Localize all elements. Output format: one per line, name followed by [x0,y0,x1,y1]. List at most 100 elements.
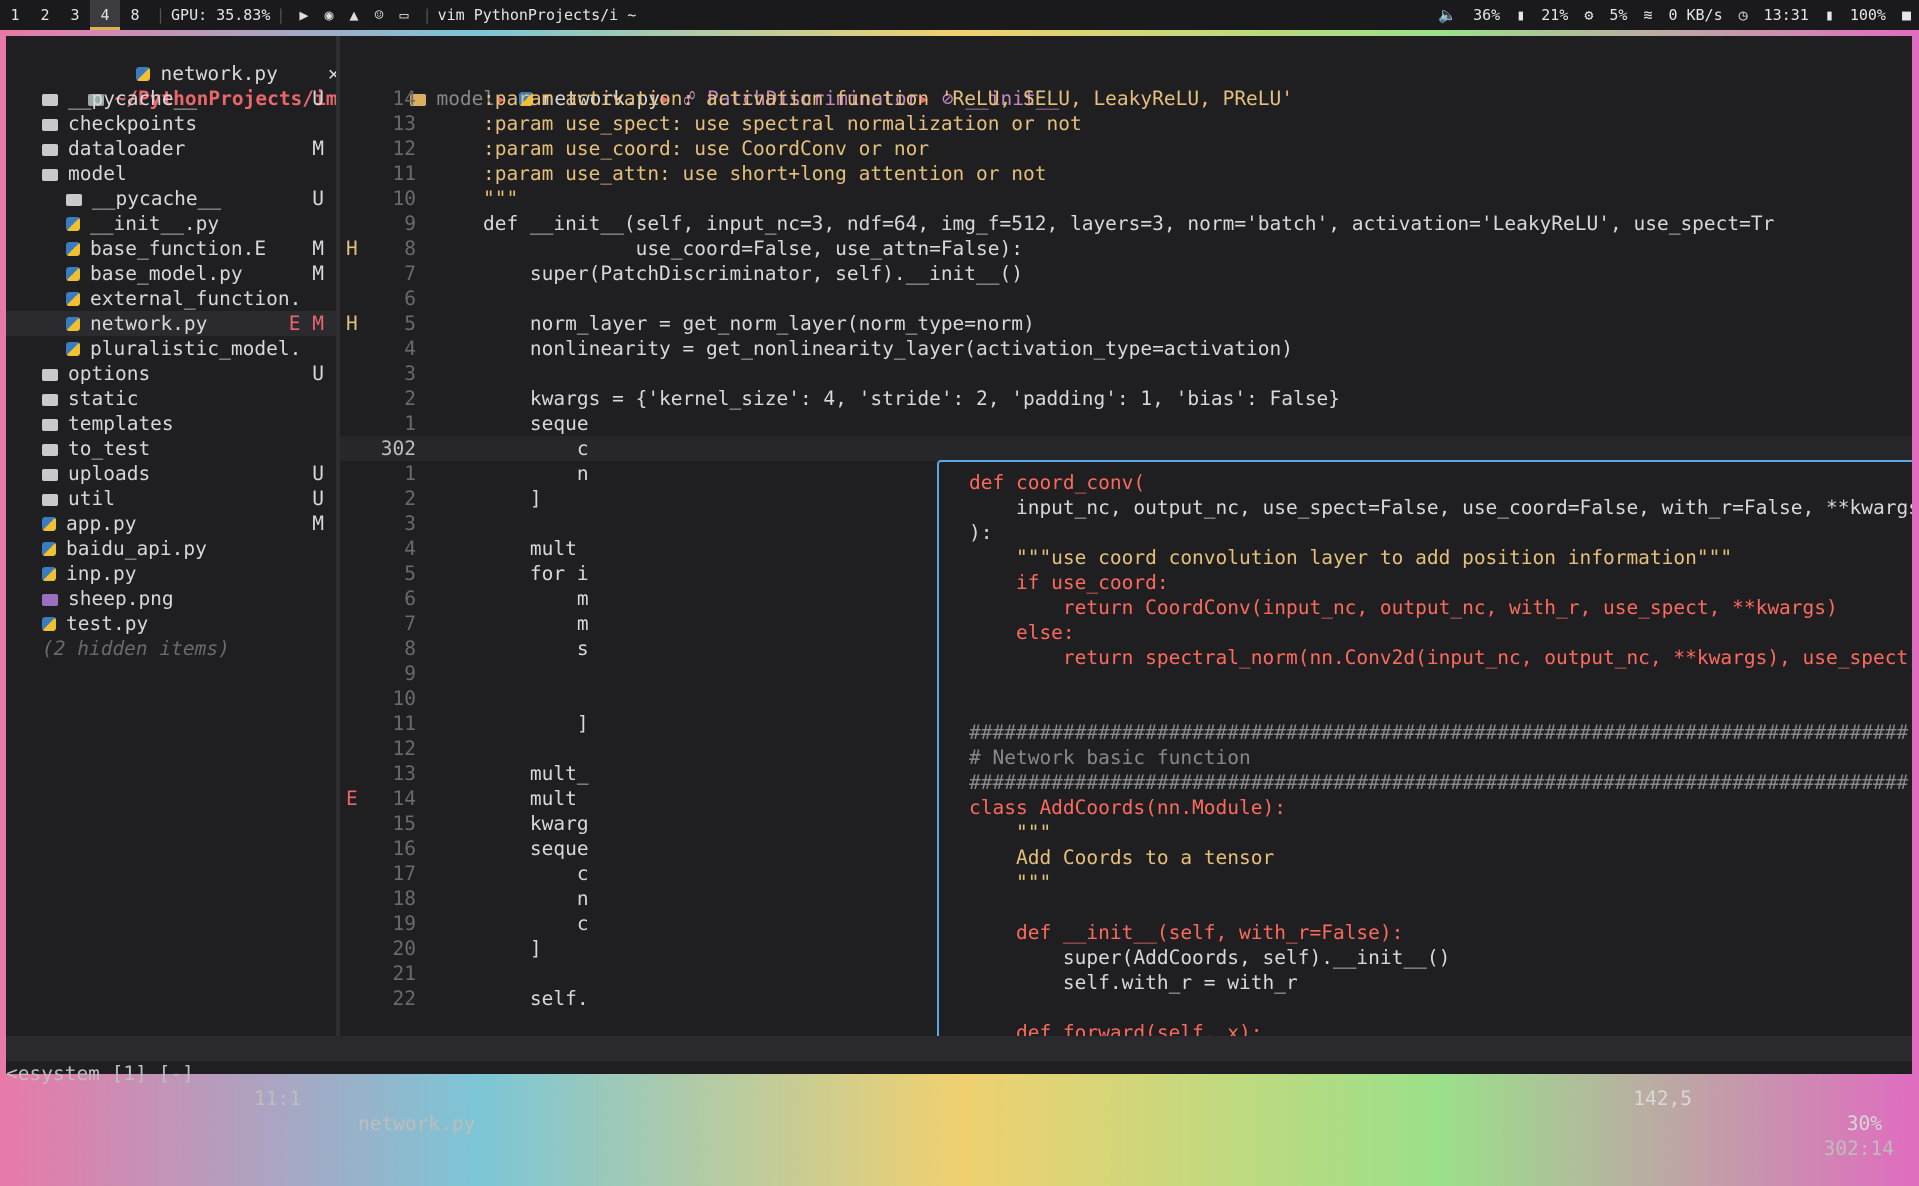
popup-code-line: class AddCoords(nn.Module): [969,796,1286,819]
system-bar: 12348 | GPU: 35.83% | ▶ ◉ ▲ ☺ ▭ | vim Py… [0,0,1919,30]
line-number: 12 [392,137,416,160]
tree-item-label: baidu_api.py [66,537,207,560]
line-number: 13 [392,112,416,135]
tree-item-label: pluralistic_model. [90,337,302,360]
tree-root[interactable]: ~/PythonProjects/image [18,61,336,110]
youtube-icon[interactable]: ▶ [291,6,316,24]
python-file-icon [42,617,56,631]
vim-window[interactable]: network.py✕ ~/PythonProjects/image __pyc… [6,36,1912,1160]
code-text: ] [436,487,542,510]
tree-item-label: sheep.png [68,587,174,610]
tree-item-label: uploads [68,462,151,485]
tree-item[interactable]: base_model.py M [6,261,336,286]
tree-item-label: network.py [90,312,208,335]
python-file-icon [42,542,56,556]
code-text: """ [436,187,519,210]
code-text: n [436,887,589,910]
tree-item[interactable]: test.py [6,611,336,636]
line-number: 21 [392,962,416,985]
folder-icon [42,394,58,406]
folder-icon [42,144,58,156]
tree-item[interactable]: __init__.py [6,211,336,236]
tree-item[interactable]: static [6,386,336,411]
tree-tab[interactable]: network.py ✕ [66,36,336,85]
net-speed: 0 KB/s [1668,6,1723,24]
popup-code-line: # Network basic function [969,746,1251,769]
python-file-icon [66,267,80,281]
tree-item[interactable]: network.py E M [6,311,336,336]
tree-item[interactable]: dataloader M [6,136,336,161]
tree-item[interactable]: to_test [6,436,336,461]
tree-item[interactable]: __pycache__ U [6,186,336,211]
line-number: 9 [404,212,416,235]
workspace-8[interactable]: 8 [120,0,150,30]
code-text: seque [436,412,589,435]
code-text: :param use_coord: use CoordConv or nor [436,137,930,160]
line-number: 15 [392,812,416,835]
tree-item-label: base_model.py [90,262,243,285]
tree-item-label: base_function.E [90,237,267,260]
workspace-3[interactable]: 3 [60,0,90,30]
line-number: 10 [392,687,416,710]
tree-item[interactable]: base_function.E M [6,236,336,261]
tree-item[interactable]: inp.py [6,561,336,586]
tree-item[interactable]: options U [6,361,336,386]
scroll-percent: 30% [1846,1112,1882,1135]
reddit-icon[interactable]: ☺ [367,6,392,24]
git-status-flag: M [312,262,324,285]
code-line: 3 [340,361,1912,386]
tree-item[interactable]: app.py M [6,511,336,536]
git-status-flag: E M [288,312,324,335]
separator: | [422,6,432,24]
wifi-icon[interactable]: ≋ [1635,6,1660,24]
tree-item[interactable]: external_function. [6,286,336,311]
github-icon[interactable]: ◉ [316,6,341,24]
line-number: 6 [404,287,416,310]
line-number: 4 [404,337,416,360]
tree-item[interactable]: baidu_api.py [6,536,336,561]
terminal-icon[interactable]: ▭ [392,6,417,24]
python-file-icon [66,317,80,331]
tree-item-label: model [68,162,127,185]
code-text: n [436,462,589,485]
tree-item[interactable]: sheep.png [6,586,336,611]
popup-code-line: return CoordConv(input_nc, output_nc, wi… [969,596,1838,619]
tree-item[interactable]: model [6,161,336,186]
tree-item[interactable]: util U [6,486,336,511]
statusline: <esystem [1] [-] 11:1 network.py 302:14 [6,1036,1912,1160]
status-pos-left: 11:1 [254,1087,301,1110]
workspace-1[interactable]: 1 [0,0,30,30]
hidden-items-note: (2 hidden items) [42,637,230,660]
tree-item[interactable]: pluralistic_model. [6,336,336,361]
tree-item[interactable]: checkpoints [6,111,336,136]
code-text: def __init__(self, input_nc=3, ndf=64, i… [436,212,1775,235]
code-text: s [436,637,589,660]
image-file-icon [42,594,58,606]
tree-item[interactable]: uploads U [6,461,336,486]
tree-item-label: external_function. [90,287,302,310]
code-text: super(PatchDiscriminator, self).__init__… [436,262,1023,285]
tree-item-label: checkpoints [68,112,198,135]
workspace-switcher: 12348 [0,0,150,30]
tree-item-label: __pycache__ [68,87,198,110]
tree-item-label: __init__.py [90,212,220,235]
command-line[interactable]: 142,5 30% [6,1061,1912,1135]
workspace-2[interactable]: 2 [30,0,60,30]
tree-item[interactable]: __pycache__ U [6,86,336,111]
editor-pane[interactable]: model▸ network.py▸ ☍ PatchDiscriminator▸… [340,36,1912,1036]
popup-code-line: input_nc, output_nc, use_spect=False, us… [969,496,1912,519]
cpu-usage: 5% [1609,6,1628,24]
workspace-4[interactable]: 4 [90,0,120,30]
volume-icon[interactable]: 🔈 [1430,6,1465,24]
volume-level: 36% [1473,6,1501,24]
tree-item[interactable]: templates [6,411,336,436]
line-number: 20 [392,937,416,960]
tray-icon[interactable]: ■ [1894,6,1919,24]
battery-level: 100% [1849,6,1886,24]
file-tree[interactable]: network.py✕ ~/PythonProjects/image __pyc… [6,36,336,1036]
line-number: 6 [404,587,416,610]
arch-icon[interactable]: ▲ [341,6,366,24]
hover-preview-popup[interactable]: def coord_conv( input_nc, output_nc, use… [937,460,1912,1036]
code-text: m [436,612,589,635]
code-text: c [436,912,589,935]
